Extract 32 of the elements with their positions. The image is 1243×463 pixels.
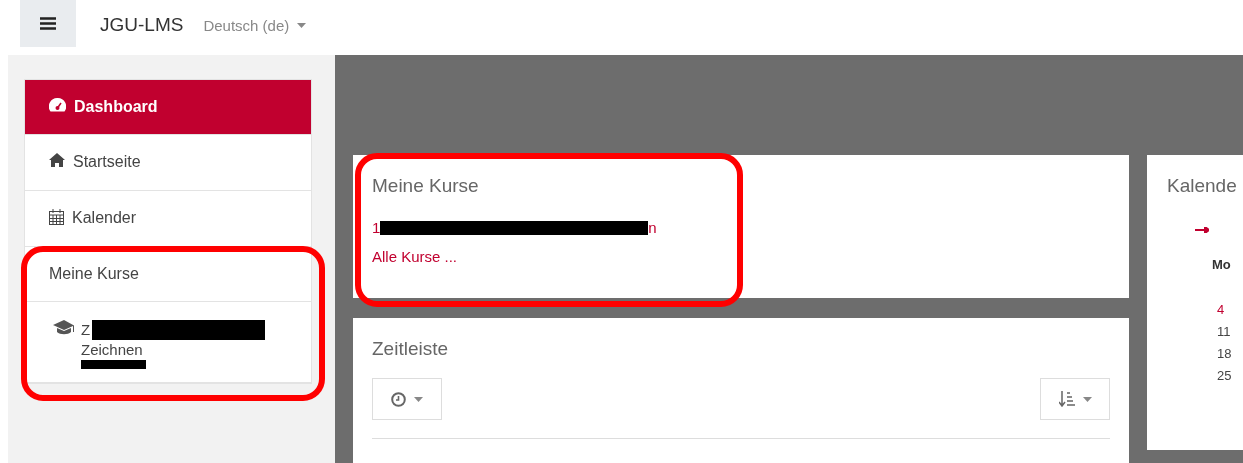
course-name-text: Z — [81, 320, 91, 340]
time-filter-dropdown[interactable] — [372, 378, 442, 420]
clock-icon — [391, 391, 406, 407]
menu-button[interactable] — [20, 0, 76, 47]
home-icon — [49, 153, 65, 167]
nav-item[interactable]: Dashboard — [25, 80, 311, 135]
arrow-icon — [1195, 227, 1209, 233]
course-link[interactable]: Z Zeichnen — [81, 320, 266, 382]
calendar-day[interactable]: 11 — [1217, 324, 1243, 339]
calendar-day[interactable]: 4 — [1217, 302, 1243, 317]
redaction-bar — [81, 360, 146, 369]
weekday-header: Mo — [1212, 257, 1232, 272]
language-menu[interactable]: Deutsch (de) — [203, 17, 307, 34]
course-link[interactable]: 1 n — [372, 219, 1110, 236]
sort-dropdown[interactable] — [1040, 378, 1110, 420]
card-title: Kalende — [1167, 175, 1238, 197]
calendar-day[interactable]: 18 — [1217, 346, 1243, 361]
gauge-icon — [49, 98, 66, 113]
caret-icon — [297, 23, 307, 28]
course-name-text: Zeichnen — [81, 340, 144, 360]
caret-icon — [414, 396, 423, 402]
caret-icon — [1082, 396, 1092, 402]
all-courses-link[interactable]: Alle Kurse ... — [372, 248, 1110, 265]
graduation-cap-icon — [53, 320, 75, 335]
section-heading: Meine Kurse — [25, 247, 311, 302]
calendar-icon — [49, 209, 64, 225]
card-title: Meine Kurse — [372, 175, 480, 197]
menu-icon — [40, 17, 56, 30]
sort-icon — [1058, 391, 1075, 407]
card-title: Zeitleiste — [372, 338, 450, 360]
calendar-day[interactable]: 25 — [1217, 368, 1243, 383]
site-brand: JGU-LMS — [100, 14, 184, 36]
